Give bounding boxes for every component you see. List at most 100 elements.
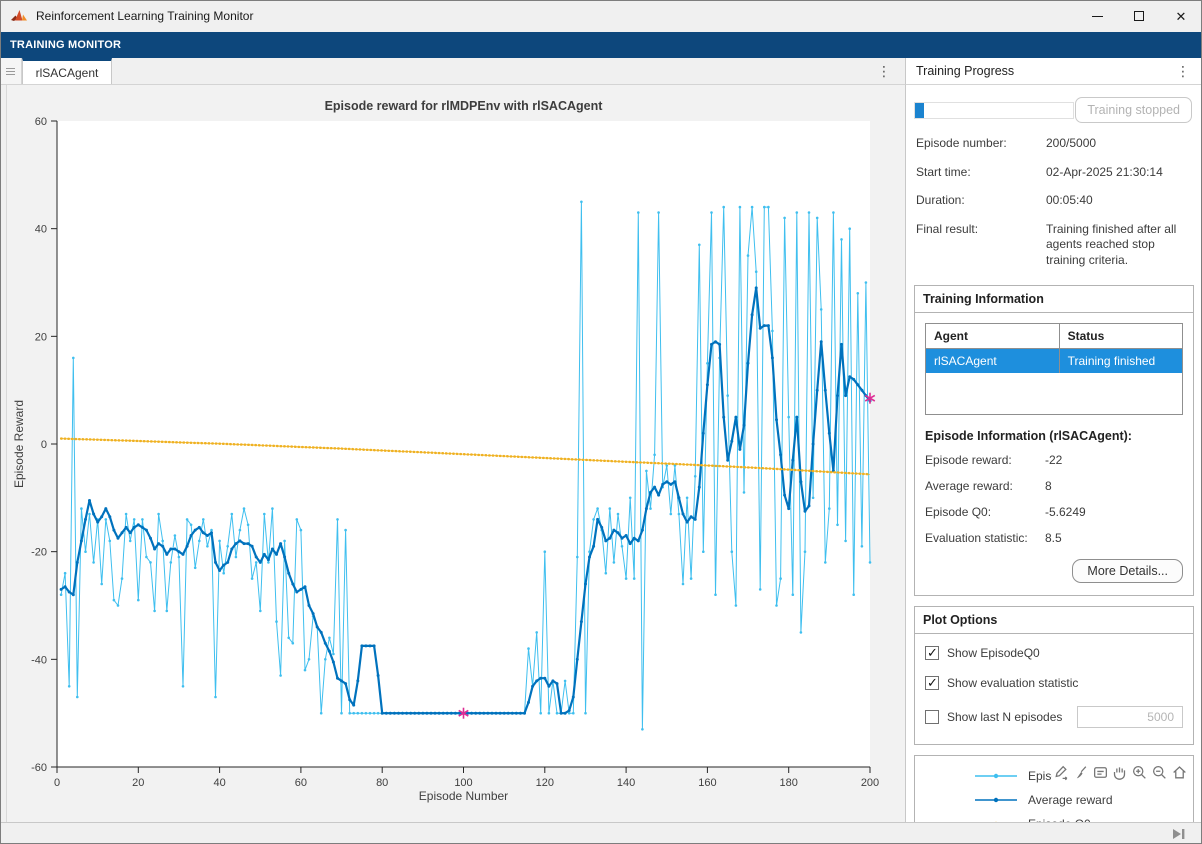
grip-icon (6, 71, 15, 72)
column-header-agent[interactable]: Agent (926, 323, 1060, 348)
evaluation-statistic-field: Evaluation statistic: 8.5 (925, 525, 1183, 551)
group-title: Training Information (915, 286, 1193, 313)
svg-text:120: 120 (536, 777, 554, 789)
svg-text:-60: -60 (31, 762, 47, 774)
field-label: Episode reward: (925, 453, 1045, 467)
maximize-button[interactable] (1118, 0, 1160, 32)
more-details-button[interactable]: More Details... (1072, 559, 1183, 583)
show-evaluation-statistic-checkbox[interactable] (925, 676, 939, 690)
zoom-out-icon[interactable] (1151, 764, 1168, 781)
training-information-group: Training Information Agent Status rlSACA… (914, 285, 1194, 597)
svg-text:180: 180 (780, 777, 798, 789)
app-window: Reinforcement Learning Training Monitor … (0, 0, 1202, 844)
table-row[interactable]: rlSACAgent Training finished (926, 348, 1183, 373)
field-value: 8.5 (1045, 531, 1062, 545)
svg-text:200: 200 (861, 777, 879, 789)
field-value: 200/5000 (1046, 136, 1196, 152)
minimize-button[interactable] (1076, 0, 1118, 32)
datatips-icon[interactable] (1092, 764, 1109, 781)
training-stopped-button[interactable]: Training stopped (1075, 97, 1192, 123)
group-title: Plot Options (915, 607, 1193, 634)
tab-label: rlSACAgent (36, 66, 99, 80)
show-episodeq0-checkbox[interactable] (925, 646, 939, 660)
svg-text:Episode Reward: Episode Reward (12, 400, 26, 488)
checkbox-label: Show last N episodes (947, 710, 1062, 724)
show-last-n-episodes-checkbox[interactable] (925, 710, 939, 724)
svg-text:0: 0 (41, 439, 47, 451)
restore-view-icon[interactable] (1171, 764, 1188, 781)
maximize-icon (1134, 11, 1144, 21)
skip-to-end-icon[interactable] (1172, 828, 1186, 840)
training-progress-panel: Training stopped Episode number: 200/500… (905, 85, 1202, 822)
svg-text:60: 60 (295, 777, 307, 789)
svg-text:-40: -40 (31, 654, 47, 666)
pan-icon[interactable] (1111, 764, 1128, 781)
tab-rlsacagent[interactable]: rlSACAgent (22, 58, 112, 84)
legend-entry-average-reward: Average reward (919, 788, 1189, 812)
field-label: Average reward: (925, 479, 1045, 493)
checkbox-label: Show evaluation statistic (947, 676, 1078, 690)
svg-text:-20: -20 (31, 547, 47, 559)
window-controls: ✕ (1076, 0, 1202, 32)
svg-text:0: 0 (54, 777, 60, 789)
close-icon: ✕ (1176, 10, 1187, 23)
svg-text:Episode Number: Episode Number (419, 789, 508, 803)
status-bar (0, 822, 1202, 844)
svg-text:80: 80 (376, 777, 388, 789)
field-value: -5.6249 (1045, 505, 1086, 519)
start-time-field: Start time: 02-Apr-2025 21:30:14 (906, 158, 1202, 187)
n-episodes-input[interactable]: 5000 (1077, 706, 1183, 728)
field-label: Final result: (916, 222, 1046, 269)
field-label: Episode number: (916, 136, 1046, 152)
svg-text:160: 160 (698, 777, 716, 789)
status-cell: Training finished (1059, 348, 1182, 373)
svg-text:Episode reward for rlMDPEnv wi: Episode reward for rlMDPEnv with rlSACAg… (325, 99, 604, 113)
training-progress-header: Training Progress ⋮ (905, 58, 1202, 85)
field-value: Training finished after all agents reach… (1046, 222, 1196, 269)
minimize-icon (1092, 16, 1103, 17)
kebab-icon: ⋮ (1176, 63, 1190, 80)
matlab-logo-icon (10, 8, 28, 24)
figure-area: 020406080100120140160180200-60-40-200204… (0, 85, 905, 822)
figure-actions-menu-button[interactable]: ⋮ (871, 58, 897, 84)
title-bar: Reinforcement Learning Training Monitor … (0, 0, 1202, 32)
plot-options-group: Plot Options Show EpisodeQ0 Show evaluat… (914, 606, 1194, 745)
final-result-field: Final result: Training finished after al… (906, 215, 1202, 275)
checkbox-label: Show EpisodeQ0 (947, 646, 1040, 660)
agents-table: Agent Status rlSACAgent Training finishe… (925, 323, 1183, 416)
svg-text:20: 20 (35, 331, 47, 343)
legend-label: Episode Q0 (1028, 817, 1091, 822)
field-value: 02-Apr-2025 21:30:14 (1046, 165, 1196, 181)
column-header-status[interactable]: Status (1059, 323, 1182, 348)
episode-number-field: Episode number: 200/5000 (906, 129, 1202, 158)
svg-text:40: 40 (213, 777, 225, 789)
chart-legend: Episode reward Average reward Episode Q0… (914, 755, 1194, 822)
panel-actions-menu-button[interactable]: ⋮ (1170, 63, 1196, 80)
axes-toolbar (1052, 764, 1188, 781)
tab-grip-handle[interactable] (0, 58, 22, 84)
close-button[interactable]: ✕ (1160, 0, 1202, 32)
zoom-in-icon[interactable] (1131, 764, 1148, 781)
episode-info-title: Episode Information (rlSACAgent): (925, 429, 1183, 443)
svg-text:40: 40 (35, 224, 47, 236)
table-filler-row (926, 373, 1183, 415)
duration-field: Duration: 00:05:40 (906, 186, 1202, 215)
field-label: Evaluation statistic: (925, 531, 1045, 545)
episode-q0-field: Episode Q0: -5.6249 (925, 499, 1183, 525)
toolstrip-tab-label[interactable]: TRAINING MONITOR (10, 39, 121, 51)
toolstrip-band: TRAINING MONITOR (0, 32, 1202, 58)
legend-entry-episode-q0: Episode Q0 (919, 812, 1189, 822)
field-label: Start time: (916, 165, 1046, 181)
svg-text:140: 140 (617, 777, 635, 789)
reward-chart: 020406080100120140160180200-60-40-200204… (7, 85, 904, 822)
svg-text:60: 60 (35, 116, 47, 128)
average-reward-field: Average reward: 8 (925, 473, 1183, 499)
brush-icon[interactable] (1072, 764, 1089, 781)
legend-label: Average reward (1028, 793, 1113, 808)
export-icon[interactable] (1052, 764, 1069, 781)
training-progress-bar (914, 102, 1074, 119)
window-title: Reinforcement Learning Training Monitor (36, 9, 253, 23)
figure-left-gutter (0, 85, 7, 822)
agent-cell: rlSACAgent (926, 348, 1060, 373)
svg-text:20: 20 (132, 777, 144, 789)
